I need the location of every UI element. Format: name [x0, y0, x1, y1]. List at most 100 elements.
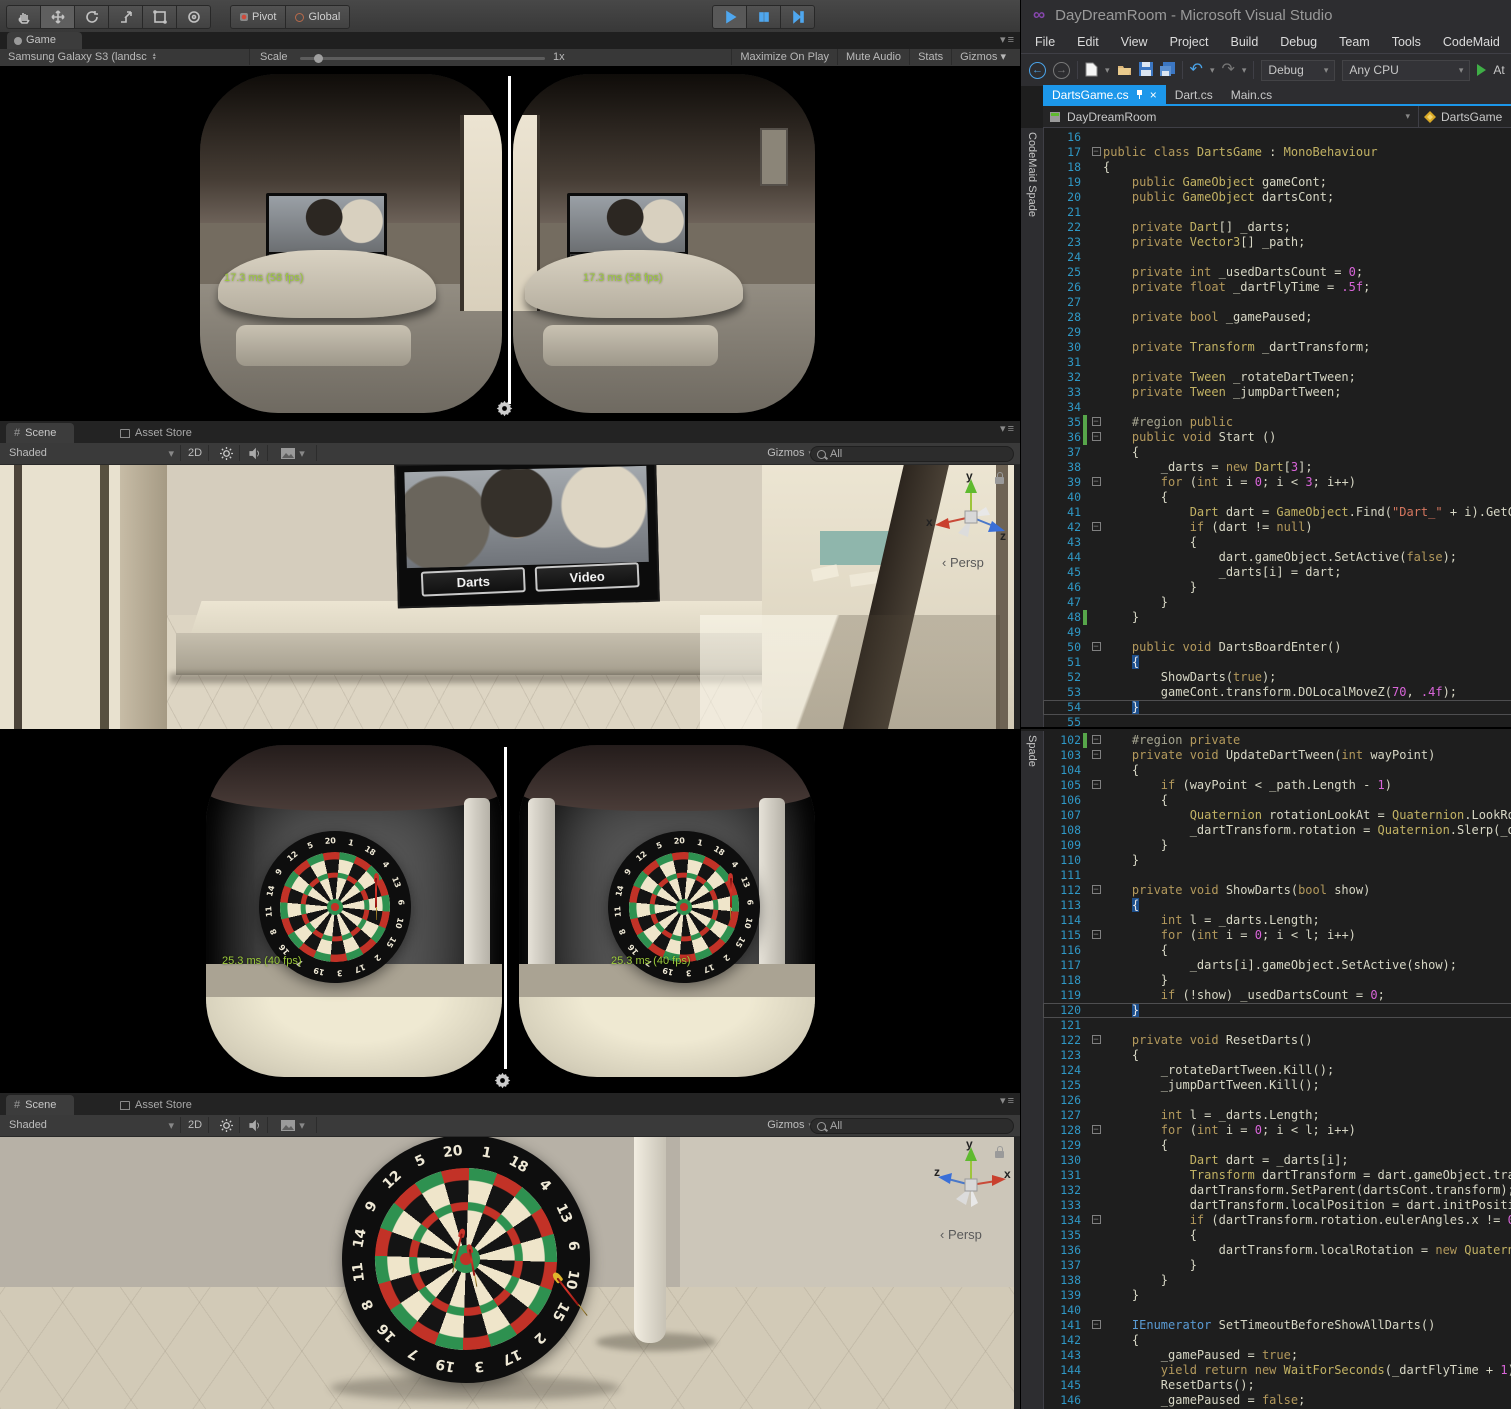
code-line-126[interactable]: 126	[1043, 1093, 1511, 1108]
tab-game[interactable]: Game	[7, 32, 82, 49]
code-line-35[interactable]: 35− #region public	[1043, 415, 1511, 430]
fold-marker[interactable]: −	[1089, 1318, 1103, 1333]
rotate-tool-icon[interactable]	[74, 5, 108, 29]
code-line-31[interactable]: 31	[1043, 355, 1511, 370]
fold-marker[interactable]: −	[1089, 430, 1103, 445]
code-line-107[interactable]: 107 Quaternion rotationLookAt = Quaterni…	[1043, 808, 1511, 823]
pin-icon[interactable]	[1136, 90, 1143, 99]
menu-item-tools[interactable]: Tools	[1392, 35, 1421, 49]
code-line-22[interactable]: 22 private Dart[] _darts;	[1043, 220, 1511, 235]
new-file-icon[interactable]	[1085, 62, 1098, 79]
fold-marker[interactable]: −	[1089, 640, 1103, 655]
hand-tool-icon[interactable]	[6, 5, 40, 29]
fold-marker[interactable]: −	[1089, 145, 1103, 160]
aspect-dropdown[interactable]: Samsung Galaxy S3 (landsc ▴▾	[4, 49, 250, 65]
code-editor-top[interactable]: CodeMaid Spade 1617−public class DartsGa…	[1021, 128, 1511, 729]
type-dropdown[interactable]: DartsGame	[1419, 110, 1511, 124]
code-line-120[interactable]: 120 }	[1043, 1003, 1511, 1018]
codemaid-spade-side-tab[interactable]: Spade	[1021, 731, 1044, 1409]
code-line-55[interactable]: 55	[1043, 715, 1511, 729]
close-icon[interactable]: ×	[1150, 88, 1157, 102]
code-line-20[interactable]: 20 public GameObject dartsCont;	[1043, 190, 1511, 205]
gizmos-dropdown[interactable]: Gizmos ▾	[951, 49, 1014, 65]
tab-scene[interactable]: # Scene	[6, 1095, 74, 1115]
code-line-135[interactable]: 135 {	[1043, 1228, 1511, 1243]
effects-dropdown[interactable]: ▾	[270, 445, 317, 461]
undo-icon[interactable]: ↶	[1190, 62, 1203, 78]
code-line-136[interactable]: 136 dartTransform.localRotation = new Qu…	[1043, 1243, 1511, 1258]
code-line-18[interactable]: 18{	[1043, 160, 1511, 175]
effects-dropdown[interactable]: ▾	[270, 1117, 317, 1133]
vr-settings-gear-icon[interactable]	[496, 400, 513, 422]
menu-item-build[interactable]: Build	[1230, 35, 1258, 49]
persp-label[interactable]: ‹ Persp	[940, 1227, 982, 1242]
menu-item-project[interactable]: Project	[1170, 35, 1209, 49]
audio-toggle[interactable]	[242, 1117, 268, 1133]
code-line-115[interactable]: 115− for (int i = 0; i < l; i++)	[1043, 928, 1511, 943]
code-line-33[interactable]: 33 private Tween _jumpDartTween;	[1043, 385, 1511, 400]
darts-button[interactable]: Darts	[421, 567, 526, 597]
code-line-16[interactable]: 16	[1043, 130, 1511, 145]
code-line-45[interactable]: 45 _darts[i] = dart;	[1043, 565, 1511, 580]
lock-icon[interactable]	[995, 1151, 1004, 1158]
document-tab-DartsGame.cs[interactable]: DartsGame.cs×	[1043, 85, 1166, 104]
code-line-104[interactable]: 104 {	[1043, 763, 1511, 778]
code-line-26[interactable]: 26 private float _dartFlyTime = .5f;	[1043, 280, 1511, 295]
fold-marker[interactable]: −	[1089, 1213, 1103, 1228]
code-line-127[interactable]: 127 int l = _darts.Length;	[1043, 1108, 1511, 1123]
code-line-25[interactable]: 25 private int _usedDartsCount = 0;	[1043, 265, 1511, 280]
save-icon[interactable]	[1139, 62, 1153, 78]
code-line-118[interactable]: 118 }	[1043, 973, 1511, 988]
persp-label[interactable]: ‹ Persp	[942, 555, 984, 570]
video-button[interactable]: Video	[535, 562, 640, 592]
shading-mode-dropdown[interactable]: Shaded▾	[3, 1117, 181, 1133]
transform-tool-icon[interactable]	[176, 5, 211, 29]
code-line-139[interactable]: 139 }	[1043, 1288, 1511, 1303]
code-line-113[interactable]: 113 {	[1043, 898, 1511, 913]
codemaid-spade-side-tab[interactable]: CodeMaid Spade	[1021, 128, 1044, 727]
fold-marker[interactable]: −	[1089, 928, 1103, 943]
code-line-54[interactable]: 54 }	[1043, 700, 1511, 715]
code-line-144[interactable]: 144 yield return new WaitForSeconds(_dar…	[1043, 1363, 1511, 1378]
menu-item-edit[interactable]: Edit	[1077, 35, 1099, 49]
code-line-137[interactable]: 137 }	[1043, 1258, 1511, 1273]
fold-marker[interactable]: −	[1089, 1033, 1103, 1048]
code-line-38[interactable]: 38 _darts = new Dart[3];	[1043, 460, 1511, 475]
code-line-28[interactable]: 28 private bool _gamePaused;	[1043, 310, 1511, 325]
tab-asset-store[interactable]: Asset Store	[112, 423, 210, 443]
code-line-121[interactable]: 121	[1043, 1018, 1511, 1033]
code-line-109[interactable]: 109 }	[1043, 838, 1511, 853]
pivot-button[interactable]: Pivot	[230, 5, 285, 29]
save-all-icon[interactable]	[1160, 62, 1175, 78]
menu-item-debug[interactable]: Debug	[1280, 35, 1317, 49]
solution-config-dropdown[interactable]: Debug▾	[1261, 60, 1335, 81]
tab-asset-store[interactable]: Asset Store	[112, 1095, 210, 1115]
code-line-42[interactable]: 42− if (dart != null)	[1043, 520, 1511, 535]
scene-search-field[interactable]: All	[810, 446, 1014, 462]
2d-toggle[interactable]: 2D	[182, 1117, 209, 1133]
code-line-53[interactable]: 53 gameCont.transform.DOLocalMoveZ(70, .…	[1043, 685, 1511, 700]
code-line-122[interactable]: 122− private void ResetDarts()	[1043, 1033, 1511, 1048]
code-line-102[interactable]: 102− #region private	[1043, 733, 1511, 748]
code-line-32[interactable]: 32 private Tween _rotateDartTween;	[1043, 370, 1511, 385]
redo-icon[interactable]: ↷	[1221, 62, 1234, 78]
fold-marker[interactable]: −	[1089, 778, 1103, 793]
code-line-27[interactable]: 27	[1043, 295, 1511, 310]
code-line-133[interactable]: 133 dartTransform.localPosition = dart.i…	[1043, 1198, 1511, 1213]
fold-marker[interactable]: −	[1089, 883, 1103, 898]
code-line-51[interactable]: 51 {	[1043, 655, 1511, 670]
code-line-123[interactable]: 123 {	[1043, 1048, 1511, 1063]
code-line-36[interactable]: 36− public void Start ()	[1043, 430, 1511, 445]
code-line-146[interactable]: 146 _gamePaused = false;	[1043, 1393, 1511, 1408]
scale-tool-icon[interactable]	[108, 5, 142, 29]
mute-audio-button[interactable]: Mute Audio	[837, 49, 909, 65]
fold-marker[interactable]: −	[1089, 415, 1103, 430]
code-line-48[interactable]: 48 }	[1043, 610, 1511, 625]
navigate-forward-icon[interactable]: →	[1053, 62, 1070, 79]
code-line-40[interactable]: 40 {	[1043, 490, 1511, 505]
code-line-132[interactable]: 132 dartTransform.SetParent(dartsCont.tr…	[1043, 1183, 1511, 1198]
code-line-114[interactable]: 114 int l = _darts.Length;	[1043, 913, 1511, 928]
code-line-128[interactable]: 128− for (int i = 0; i < l; i++)	[1043, 1123, 1511, 1138]
code-line-125[interactable]: 125 _jumpDartTween.Kill();	[1043, 1078, 1511, 1093]
code-line-112[interactable]: 112− private void ShowDarts(bool show)	[1043, 883, 1511, 898]
